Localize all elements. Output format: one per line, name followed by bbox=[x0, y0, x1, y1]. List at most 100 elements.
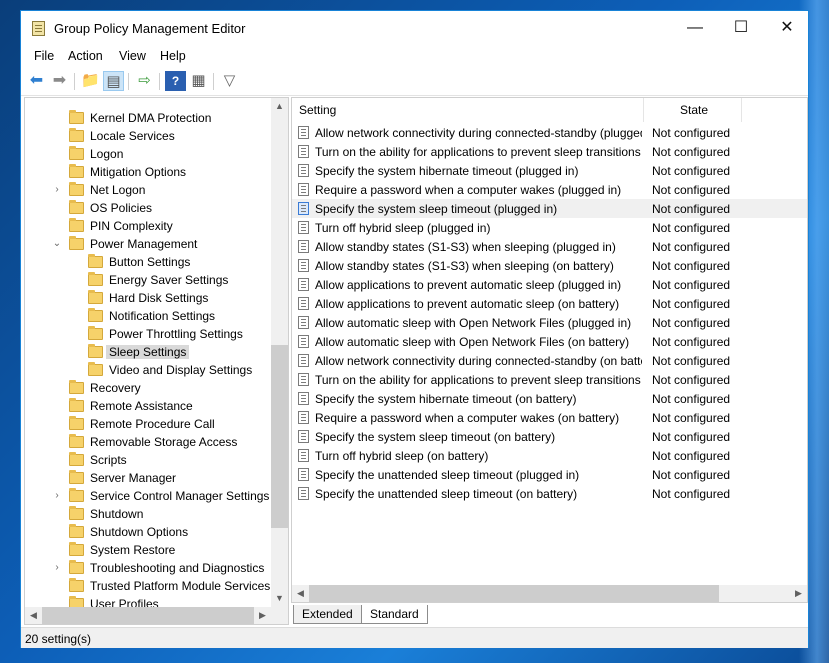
scroll-down-icon[interactable]: ▼ bbox=[271, 590, 288, 607]
tree-item[interactable]: ⌄ Power Management bbox=[25, 235, 270, 253]
tree-item[interactable]: Logon bbox=[25, 145, 270, 163]
forward-icon[interactable]: ➡ bbox=[49, 71, 70, 91]
setting-row[interactable]: Allow automatic sleep with Open Network … bbox=[292, 313, 807, 332]
setting-row[interactable]: Specify the system hibernate timeout (pl… bbox=[292, 161, 807, 180]
tree-item[interactable]: Trusted Platform Module Services bbox=[25, 577, 270, 595]
setting-row[interactable]: Allow standby states (S1-S3) when sleepi… bbox=[292, 237, 807, 256]
setting-row[interactable]: Allow network connectivity during connec… bbox=[292, 351, 807, 370]
tree-item[interactable]: Remote Procedure Call bbox=[25, 415, 270, 433]
setting-row[interactable]: Specify the system sleep timeout (plugge… bbox=[292, 199, 807, 218]
tree-item[interactable]: Power Throttling Settings bbox=[25, 325, 270, 343]
tree-item[interactable]: Shutdown Options bbox=[25, 523, 270, 541]
policy-setting-icon bbox=[298, 145, 309, 158]
folder-icon bbox=[69, 182, 84, 196]
tab-extended[interactable]: Extended bbox=[293, 605, 362, 624]
column-header-setting[interactable]: Setting bbox=[292, 98, 644, 122]
tree-item[interactable]: OS Policies bbox=[25, 199, 270, 217]
tree-item[interactable]: › Net Logon bbox=[25, 181, 270, 199]
properties-icon[interactable]: ▦ bbox=[188, 71, 209, 91]
setting-row[interactable]: Specify the unattended sleep timeout (pl… bbox=[292, 465, 807, 484]
setting-state: Not configured bbox=[652, 449, 731, 463]
policy-setting-icon bbox=[298, 354, 309, 367]
setting-name: Specify the system sleep timeout (plugge… bbox=[315, 202, 558, 216]
close-button[interactable]: ✕ bbox=[764, 11, 810, 45]
collapsed-chevron-icon[interactable]: › bbox=[51, 489, 63, 503]
tree-item[interactable]: Hard Disk Settings bbox=[25, 289, 270, 307]
policy-setting-icon bbox=[298, 449, 309, 462]
tree-item[interactable]: Server Manager bbox=[25, 469, 270, 487]
scroll-right-icon[interactable]: ▶ bbox=[254, 607, 271, 624]
tree-vertical-scrollbar[interactable]: ▲ ▼ bbox=[271, 98, 288, 607]
settings-list-pane[interactable]: Setting State Allow network connectivity… bbox=[291, 97, 808, 603]
title-bar[interactable]: Group Policy Management Editor — ☐ ✕ bbox=[21, 11, 808, 45]
tree-item[interactable]: Recovery bbox=[25, 379, 270, 397]
collapsed-chevron-icon bbox=[70, 291, 82, 305]
tree-item[interactable]: Energy Saver Settings bbox=[25, 271, 270, 289]
minimize-button[interactable]: — bbox=[672, 11, 718, 45]
setting-state: Not configured bbox=[652, 392, 731, 406]
setting-row[interactable]: Require a password when a computer wakes… bbox=[292, 408, 807, 427]
setting-row[interactable]: Turn on the ability for applications to … bbox=[292, 142, 807, 161]
tree-scroll-thumb[interactable] bbox=[271, 345, 288, 528]
setting-row[interactable]: Require a password when a computer wakes… bbox=[292, 180, 807, 199]
tree-item[interactable]: Sleep Settings bbox=[25, 343, 270, 361]
column-header-state[interactable]: State bbox=[644, 98, 742, 122]
maximize-button[interactable]: ☐ bbox=[718, 11, 764, 45]
tree-item[interactable]: › Service Control Manager Settings bbox=[25, 487, 270, 505]
tree-item[interactable]: Button Settings bbox=[25, 253, 270, 271]
folder-icon bbox=[88, 272, 103, 286]
up-folder-icon[interactable]: 📁 bbox=[80, 71, 101, 91]
show-hide-tree-icon[interactable]: ▤ bbox=[103, 71, 124, 91]
setting-name: Turn off hybrid sleep (plugged in) bbox=[315, 221, 491, 235]
scroll-up-icon[interactable]: ▲ bbox=[271, 98, 288, 115]
setting-row[interactable]: Allow standby states (S1-S3) when sleepi… bbox=[292, 256, 807, 275]
scroll-left-icon[interactable]: ◀ bbox=[292, 585, 309, 602]
back-icon[interactable]: ⬅ bbox=[26, 71, 47, 91]
tree-item[interactable]: Video and Display Settings bbox=[25, 361, 270, 379]
tree-item[interactable]: Removable Storage Access bbox=[25, 433, 270, 451]
tree-item[interactable]: Mitigation Options bbox=[25, 163, 270, 181]
tree-horizontal-scrollbar[interactable]: ◀ ▶ bbox=[25, 607, 271, 624]
tree-item[interactable]: Shutdown bbox=[25, 505, 270, 523]
setting-row[interactable]: Allow applications to prevent automatic … bbox=[292, 275, 807, 294]
collapsed-chevron-icon[interactable]: › bbox=[51, 183, 63, 197]
tree-item-label: Remote Assistance bbox=[90, 399, 193, 413]
tree-item[interactable]: › Troubleshooting and Diagnostics bbox=[25, 559, 270, 577]
tab-standard[interactable]: Standard bbox=[361, 605, 428, 624]
list-horizontal-scrollbar[interactable]: ◀ ▶ bbox=[292, 585, 807, 602]
menu-file[interactable]: File bbox=[34, 49, 54, 63]
tree-item[interactable]: Scripts bbox=[25, 451, 270, 469]
tree-item[interactable]: Kernel DMA Protection bbox=[25, 109, 270, 127]
setting-row[interactable]: Specify the system hibernate timeout (on… bbox=[292, 389, 807, 408]
setting-state: Not configured bbox=[652, 487, 731, 501]
tree-item[interactable]: Remote Assistance bbox=[25, 397, 270, 415]
folder-icon bbox=[88, 308, 103, 322]
setting-row[interactable]: Allow network connectivity during connec… bbox=[292, 123, 807, 142]
setting-row[interactable]: Specify the system sleep timeout (on bat… bbox=[292, 427, 807, 446]
setting-row[interactable]: Turn on the ability for applications to … bbox=[292, 370, 807, 389]
tree-pane[interactable]: Kernel DMA Protection Locale Services Logo… bbox=[24, 97, 289, 625]
menu-help[interactable]: Help bbox=[160, 49, 186, 63]
scroll-left-icon[interactable]: ◀ bbox=[25, 607, 42, 624]
folder-icon bbox=[69, 236, 84, 250]
tree-item[interactable]: Locale Services bbox=[25, 127, 270, 145]
menu-view[interactable]: View bbox=[119, 49, 146, 63]
help-icon[interactable]: ? bbox=[165, 71, 186, 91]
tree-item[interactable]: Notification Settings bbox=[25, 307, 270, 325]
tree-hscroll-thumb[interactable] bbox=[42, 607, 254, 624]
setting-row[interactable]: Allow automatic sleep with Open Network … bbox=[292, 332, 807, 351]
setting-row[interactable]: Turn off hybrid sleep (plugged in) Not co… bbox=[292, 218, 807, 237]
expanded-chevron-icon[interactable]: ⌄ bbox=[51, 237, 63, 251]
tree-item[interactable]: System Restore bbox=[25, 541, 270, 559]
setting-row[interactable]: Allow applications to prevent automatic … bbox=[292, 294, 807, 313]
setting-row[interactable]: Turn off hybrid sleep (on battery) Not co… bbox=[292, 446, 807, 465]
tree-item-label: Sleep Settings bbox=[106, 345, 190, 359]
scroll-right-icon[interactable]: ▶ bbox=[790, 585, 807, 602]
collapsed-chevron-icon[interactable]: › bbox=[51, 561, 63, 575]
menu-action[interactable]: Action bbox=[68, 49, 103, 63]
list-hscroll-thumb[interactable] bbox=[309, 585, 719, 602]
setting-row[interactable]: Specify the unattended sleep timeout (on… bbox=[292, 484, 807, 503]
export-list-icon[interactable]: ⇨ bbox=[134, 71, 155, 91]
filter-icon[interactable]: ▽ bbox=[219, 71, 240, 91]
tree-item[interactable]: PIN Complexity bbox=[25, 217, 270, 235]
